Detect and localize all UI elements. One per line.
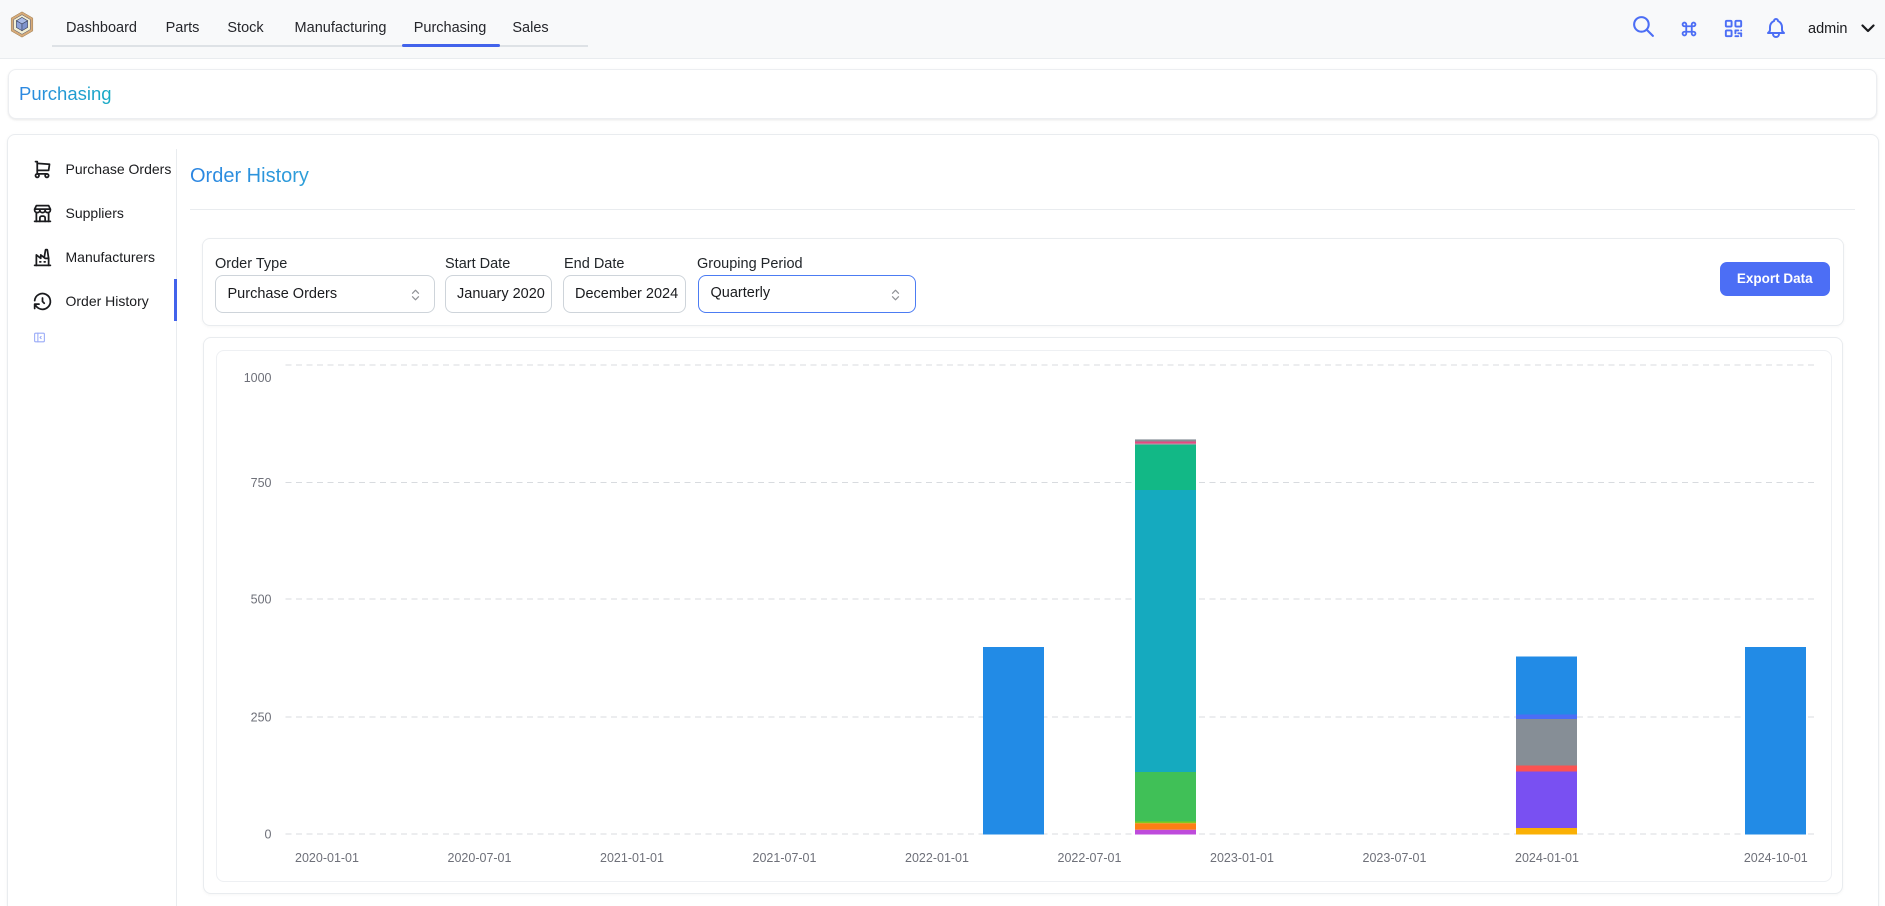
svg-text:500: 500 [251, 593, 272, 607]
svg-text:2020-07-01: 2020-07-01 [448, 851, 512, 865]
svg-text:0: 0 [265, 828, 272, 842]
svg-text:2021-07-01: 2021-07-01 [753, 851, 817, 865]
svg-text:750: 750 [251, 476, 272, 490]
svg-text:2023-01-01: 2023-01-01 [1210, 851, 1274, 865]
svg-text:2022-07-01: 2022-07-01 [1058, 851, 1122, 865]
svg-text:1000: 1000 [244, 371, 272, 385]
svg-text:2022-01-01: 2022-01-01 [905, 851, 969, 865]
svg-text:2020-01-01: 2020-01-01 [295, 851, 359, 865]
svg-text:2024-01-01: 2024-01-01 [1515, 851, 1579, 865]
svg-text:2021-01-01: 2021-01-01 [600, 851, 664, 865]
svg-text:2023-07-01: 2023-07-01 [1363, 851, 1427, 865]
svg-text:250: 250 [251, 711, 272, 725]
svg-text:2024-10-01: 2024-10-01 [1744, 851, 1808, 865]
